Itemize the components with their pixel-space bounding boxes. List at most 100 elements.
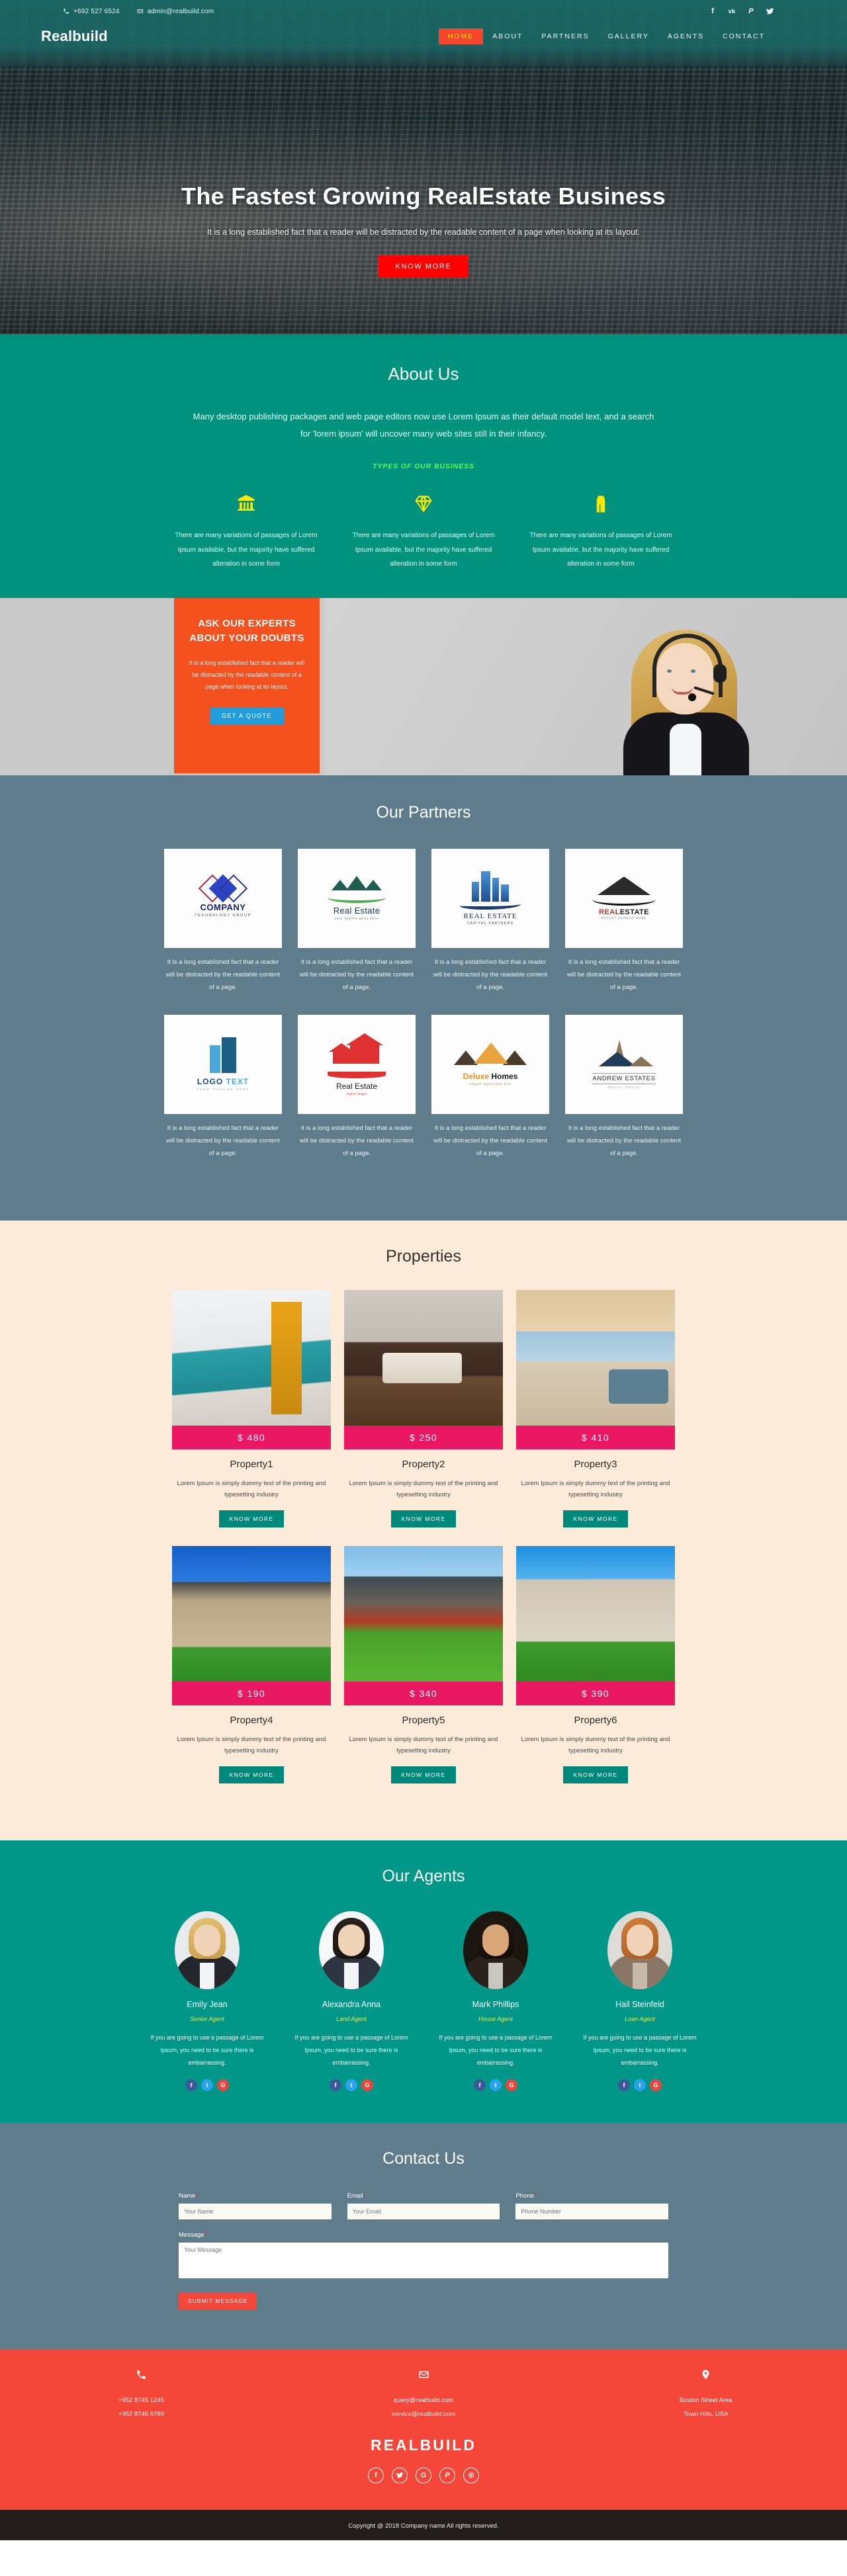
property-know-more-button[interactable]: KNOW MORE xyxy=(218,1766,285,1783)
footer-email-2[interactable]: service@realbuild.com xyxy=(283,2408,565,2422)
facebook-icon[interactable]: f xyxy=(709,7,717,15)
agent-desc: If you are going to use a passage of Lor… xyxy=(439,2034,553,2067)
partner-card[interactable]: Deluxe Homes Elegant tagline goes here I… xyxy=(431,1014,549,1160)
footer-phone-1[interactable]: +952 8745 1245 xyxy=(0,2394,283,2408)
property-desc: Lorem Ipsum is simply dummy text of the … xyxy=(177,1479,326,1499)
partner-desc: It is a long established fact that a rea… xyxy=(566,958,682,991)
submit-message-button[interactable]: SUBMIT MESSAGE xyxy=(179,2292,257,2309)
twitter-icon[interactable]: t xyxy=(345,2079,357,2091)
twitter-icon[interactable]: t xyxy=(634,2079,646,2091)
contact-section: Contact Us Name* Email* Phone* xyxy=(0,2122,847,2349)
google-plus-icon[interactable]: G xyxy=(361,2079,373,2091)
primary-nav: HOME ABOUT PARTNERS GALLERY AGENTS CONTA… xyxy=(438,28,774,44)
property-card[interactable]: $ 250 Property2 Lorem Ipsum is simply du… xyxy=(344,1289,503,1527)
property-card[interactable]: $ 190 Property4 Lorem Ipsum is simply du… xyxy=(172,1545,331,1783)
blonde-businesswoman-photo xyxy=(175,1911,240,1989)
bank-icon xyxy=(169,489,323,519)
partner-desc: It is a long established fact that a rea… xyxy=(433,1124,548,1157)
agent-card[interactable]: Mark Phillips House Agent If you are goi… xyxy=(432,1911,559,2091)
partners-row-2: LOGO TEXT YOUR TAGLINE HERE It is a long… xyxy=(0,1014,847,1160)
required-marker: * xyxy=(204,2231,207,2239)
property-card[interactable]: $ 390 Property6 Lorem Ipsum is simply du… xyxy=(516,1545,675,1783)
facebook-icon[interactable]: f xyxy=(368,2467,384,2483)
nav-item-about[interactable]: ABOUT xyxy=(483,28,532,44)
properties-row-2: $ 190 Property4 Lorem Ipsum is simply du… xyxy=(0,1545,847,1783)
name-input[interactable] xyxy=(179,2203,332,2219)
email-input[interactable] xyxy=(347,2203,500,2219)
footer-address-2: Town Hills, USA xyxy=(683,2410,729,2418)
properties-row-1: $ 480 Property1 Lorem Ipsum is simply du… xyxy=(0,1289,847,1527)
agent-desc: If you are going to use a passage of Lor… xyxy=(583,2034,697,2067)
partner-card[interactable]: REAL ESTATE CAPITAL PARTNERS It is a lon… xyxy=(431,848,549,994)
vk-icon[interactable]: vk xyxy=(728,7,736,15)
agent-social-links: f t G xyxy=(288,2079,415,2091)
agent-card[interactable]: Emily Jean Senior Agent If you are going… xyxy=(144,1911,271,2091)
partner-card[interactable]: COMPANY TECHNOLOGY GROUP It is a long es… xyxy=(164,848,282,994)
pinterest-icon[interactable]: P xyxy=(439,2467,455,2483)
partner-card[interactable]: LOGO TEXT YOUR TAGLINE HERE It is a long… xyxy=(164,1014,282,1160)
partner-card[interactable]: REALESTATE REALTY SLOGAN HERE It is a lo… xyxy=(565,848,683,994)
footer-phone-2[interactable]: +952 8745 6789 xyxy=(0,2408,283,2422)
property-price: $ 250 xyxy=(344,1425,503,1449)
business-type-item: There are many variations of passages of… xyxy=(335,489,512,572)
partner-desc: It is a long established fact that a rea… xyxy=(433,958,548,991)
message-textarea[interactable] xyxy=(179,2242,668,2278)
hero-know-more-button[interactable]: KNOW MORE xyxy=(378,255,469,278)
contact-form-row: Name* Email* Phone* xyxy=(179,2192,669,2219)
property-know-more-button[interactable]: KNOW MORE xyxy=(390,1766,457,1783)
redhead-businesswoman-photo xyxy=(607,1911,672,1989)
google-plus-icon[interactable]: G xyxy=(416,2467,431,2483)
hero-content: The Fastest Growing RealEstate Business … xyxy=(0,50,847,278)
google-plus-icon[interactable]: G xyxy=(506,2079,517,2091)
experts-card: ASK OUR EXPERTS ABOUT YOUR DOUBTS It is … xyxy=(174,597,320,773)
property-know-more-button[interactable]: KNOW MORE xyxy=(218,1510,285,1527)
footer-email-1[interactable]: query@realbuild.com xyxy=(283,2394,565,2408)
partner-card[interactable]: ANDREW ESTATES REALTY GROUP It is a long… xyxy=(565,1014,683,1160)
topbar-phone[interactable]: +692 527 6524 xyxy=(63,8,120,15)
facebook-icon[interactable]: f xyxy=(474,2079,486,2091)
property-card[interactable]: $ 410 Property3 Lorem Ipsum is simply du… xyxy=(516,1289,675,1527)
property-know-more-button[interactable]: KNOW MORE xyxy=(562,1766,629,1783)
twitter-icon[interactable]: t xyxy=(490,2079,502,2091)
facebook-icon[interactable]: f xyxy=(618,2079,630,2091)
property-know-more-button[interactable]: KNOW MORE xyxy=(390,1510,457,1527)
google-plus-icon[interactable]: G xyxy=(650,2079,662,2091)
twitter-icon[interactable] xyxy=(392,2467,408,2483)
get-a-quote-button[interactable]: GET A QUOTE xyxy=(210,707,284,724)
twitter-icon[interactable]: t xyxy=(201,2079,213,2091)
google-plus-icon[interactable]: G xyxy=(217,2079,229,2091)
facebook-icon[interactable]: f xyxy=(330,2079,341,2091)
twitter-icon[interactable] xyxy=(766,7,774,15)
property-card[interactable]: $ 480 Property1 Lorem Ipsum is simply du… xyxy=(172,1289,331,1527)
business-type-item: There are many variations of passages of… xyxy=(157,489,335,572)
agent-card[interactable]: Alexandra Anna Land Agent If you are goi… xyxy=(288,1911,415,2091)
dribbble-icon[interactable]: ◎ xyxy=(463,2467,479,2483)
partner-card[interactable]: Real Estate tagline / slogan It is a lon… xyxy=(298,1014,416,1160)
topbar-phone-text: +692 527 6524 xyxy=(73,7,120,15)
email-label: Email* xyxy=(347,2192,366,2200)
real-estate-houses-logo: Real Estate your tagline goes here xyxy=(298,848,416,948)
site-brand-logo[interactable]: Realbuild xyxy=(41,28,108,45)
about-lead-text: Many desktop publishing packages and web… xyxy=(193,411,654,439)
partner-card[interactable]: Real Estate your tagline goes here It is… xyxy=(298,848,416,994)
nav-item-gallery[interactable]: GALLERY xyxy=(599,28,658,44)
pinterest-icon[interactable]: P xyxy=(747,7,755,15)
nav-item-home[interactable]: HOME xyxy=(438,28,484,44)
property-know-more-button[interactable]: KNOW MORE xyxy=(562,1510,629,1527)
topbar-email[interactable]: admin@realbuild.com xyxy=(137,8,214,15)
hero-section: +692 527 6524 admin@realbuild.com f vk P… xyxy=(0,0,847,334)
property-card[interactable]: $ 340 Property5 Lorem Ipsum is simply du… xyxy=(344,1545,503,1783)
diamond-icon xyxy=(347,489,500,519)
facebook-icon[interactable]: f xyxy=(185,2079,197,2091)
copyright-text: Copyright @ 2018 Company name All rights… xyxy=(348,2522,499,2530)
agent-card[interactable]: Hail Steinfeld Loan Agent If you are goi… xyxy=(576,1911,703,2091)
nav-item-contact[interactable]: CONTACT xyxy=(713,28,774,44)
phone-input[interactable] xyxy=(515,2203,669,2219)
business-type-item: There are many variations of passages of… xyxy=(512,489,690,572)
agent-illustration xyxy=(609,623,774,775)
nav-item-agents[interactable]: AGENTS xyxy=(658,28,713,44)
partner-desc: It is a long established fact that a rea… xyxy=(566,1124,682,1157)
property-desc: Lorem Ipsum is simply dummy text of the … xyxy=(521,1479,670,1499)
partner-logo-tagline: REALTY GROUP xyxy=(607,1085,641,1089)
nav-item-partners[interactable]: PARTNERS xyxy=(532,28,598,44)
